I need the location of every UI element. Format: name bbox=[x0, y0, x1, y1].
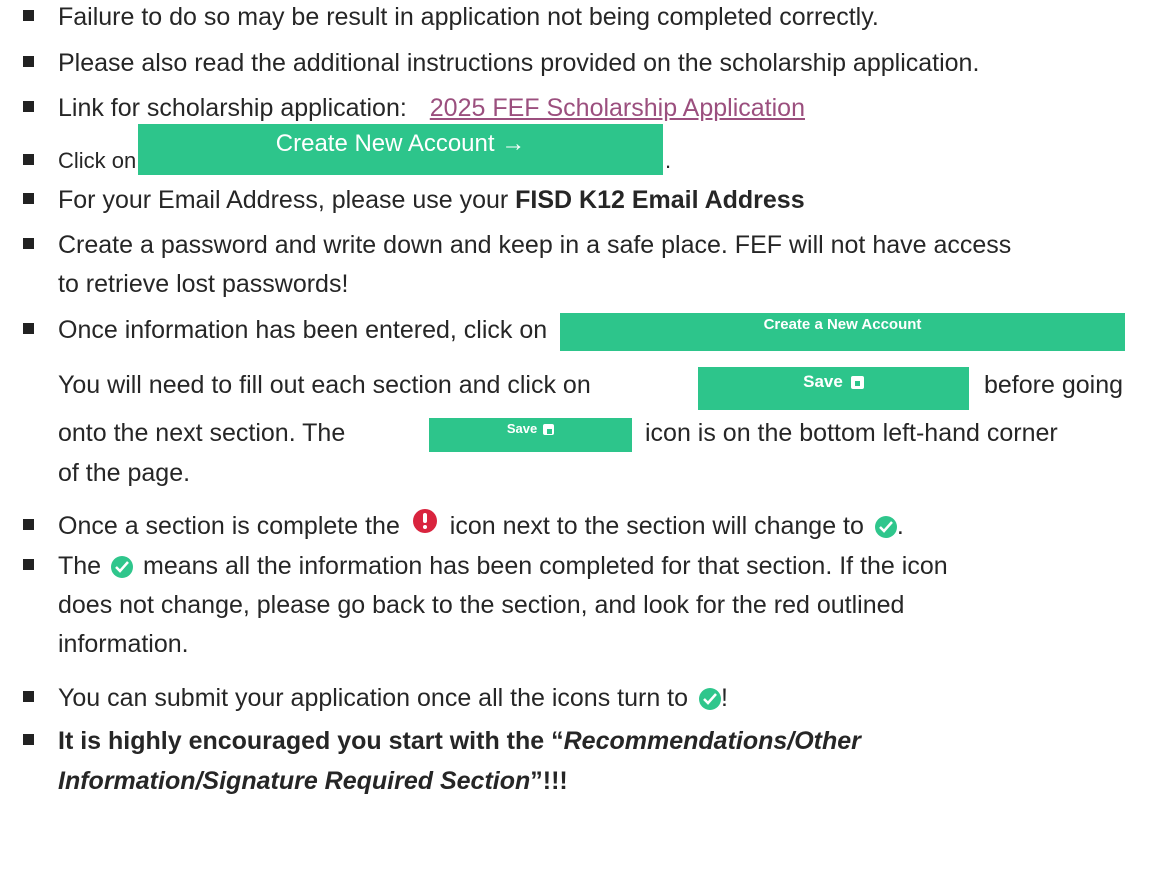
check-icon bbox=[111, 556, 134, 579]
bullet bbox=[23, 323, 34, 334]
bullet bbox=[23, 519, 34, 530]
instruction-next-prefix: onto the next section. The bbox=[58, 419, 346, 447]
bullet bbox=[23, 193, 34, 204]
instruction-password-line2: to retrieve lost passwords! bbox=[58, 270, 349, 298]
floppy-disk-icon bbox=[543, 424, 555, 436]
instruction-next-suffix: icon is on the bottom left-hand corner bbox=[645, 419, 1058, 447]
save-button-small[interactable]: Save bbox=[429, 418, 632, 452]
instruction-failure: Failure to do so may be result in applic… bbox=[58, 3, 879, 31]
bullet bbox=[23, 238, 34, 249]
complete-prefix: Once a section is complete the bbox=[58, 512, 400, 540]
instruction-submit: You can submit your application once all… bbox=[58, 679, 728, 717]
submit-prefix: You can submit your application once all… bbox=[58, 684, 689, 712]
bullet bbox=[23, 734, 34, 745]
create-a-new-account-button[interactable]: Create a New Account bbox=[560, 313, 1125, 351]
save-label: Save bbox=[506, 421, 538, 436]
bullet bbox=[23, 154, 34, 165]
submit-end: ! bbox=[720, 684, 728, 712]
bullet bbox=[23, 691, 34, 702]
bullet bbox=[23, 10, 34, 21]
instruction-password-line1: Create a password and write down and kee… bbox=[58, 231, 1012, 259]
bullet bbox=[23, 101, 34, 112]
save-button-large[interactable]: Save bbox=[698, 367, 969, 410]
scholarship-application-link[interactable]: 2025 FEF Scholarship Application bbox=[430, 94, 805, 122]
period: . bbox=[665, 148, 672, 173]
instruction-complete: Once a section is complete the icon next… bbox=[58, 507, 904, 545]
instruction-means-line1: The means all the information has been c… bbox=[58, 547, 948, 585]
encourage-suffix: ”!!! bbox=[530, 767, 568, 795]
error-icon bbox=[412, 509, 437, 534]
instruction-fill-prefix: You will need to fill out each section a… bbox=[58, 371, 591, 399]
check-icon bbox=[874, 516, 897, 539]
create-new-account-arrow-button[interactable]: Create New Account → bbox=[138, 124, 663, 175]
email-prefix: For your Email Address, please use your bbox=[58, 186, 516, 214]
link-prefix: Link for scholarship application: bbox=[58, 94, 407, 122]
means-line1: means all the information has been compl… bbox=[143, 552, 948, 580]
encourage-prefix: It is highly encouraged you start with t… bbox=[58, 727, 564, 755]
bullet bbox=[23, 559, 34, 570]
instruction-additional: Please also read the additional instruct… bbox=[58, 49, 980, 77]
complete-end: . bbox=[896, 512, 904, 540]
click-on-label: Click on bbox=[58, 148, 137, 173]
the-label: The bbox=[58, 552, 102, 580]
save-label: Save bbox=[803, 372, 843, 391]
instruction-email: For your Email Address, please use your … bbox=[58, 181, 805, 219]
instruction-link: Link for scholarship application: 2025 F… bbox=[58, 89, 805, 127]
complete-mid: icon next to the section will change to bbox=[449, 512, 864, 540]
instruction-encourage-line1: It is highly encouraged you start with t… bbox=[58, 722, 861, 760]
encourage-italic2: Information/Signature Required Section bbox=[58, 767, 531, 795]
instruction-fill-suffix: before going bbox=[984, 371, 1124, 399]
check-icon bbox=[698, 688, 721, 711]
email-bold: FISD K12 Email Address bbox=[515, 186, 805, 214]
bullet bbox=[23, 56, 34, 67]
floppy-disk-icon bbox=[850, 376, 864, 390]
instruction-means-line2: does not change, please go back to the s… bbox=[58, 591, 905, 619]
encourage-italic1: Recommendations/Other bbox=[563, 727, 861, 755]
instruction-encourage-line2: Information/Signature Required Section”!… bbox=[58, 762, 568, 800]
instruction-means-line3: information. bbox=[58, 630, 189, 658]
instruction-once-info: Once information has been entered, click… bbox=[58, 316, 548, 344]
instruction-of-page: of the page. bbox=[58, 459, 191, 487]
